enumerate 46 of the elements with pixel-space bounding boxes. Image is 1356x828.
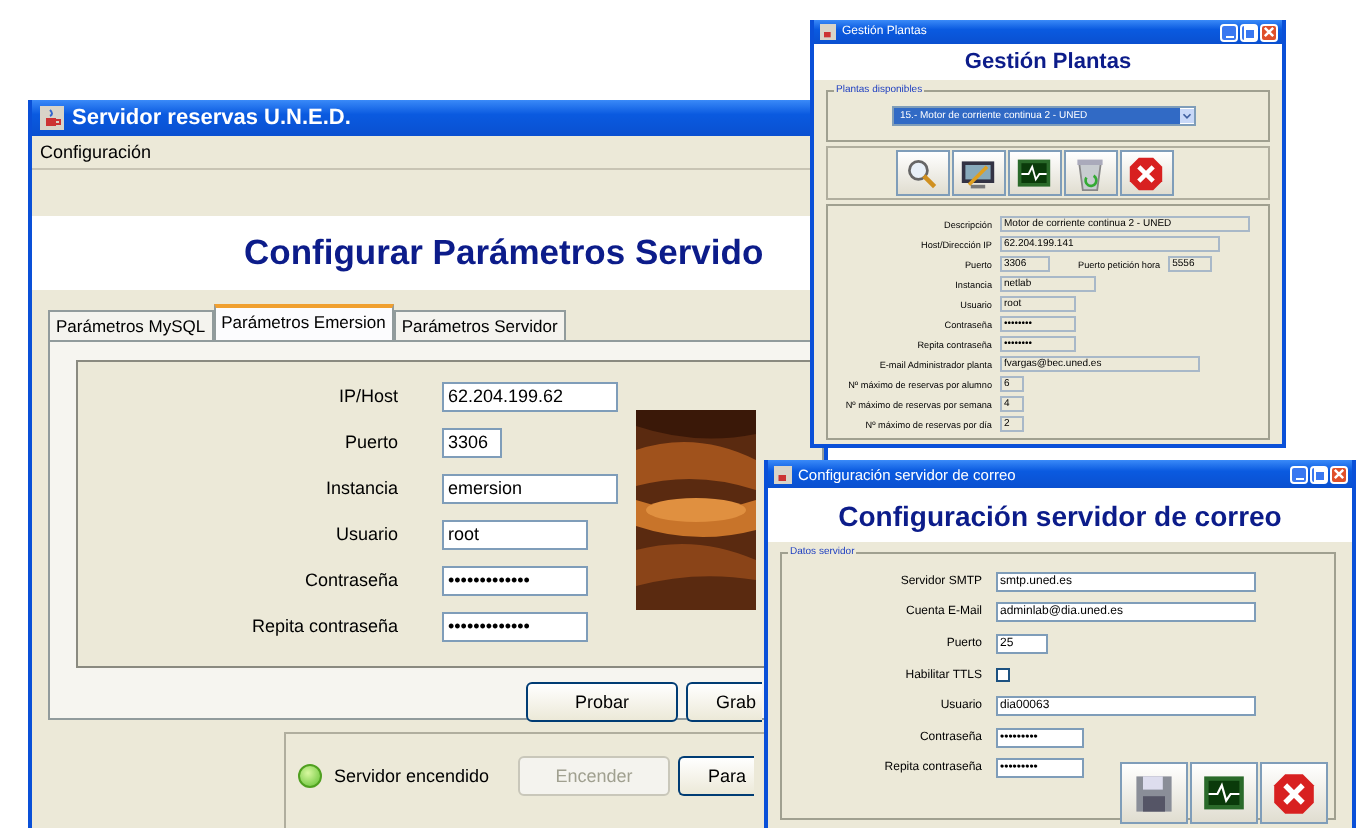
input-field[interactable]: 3306 xyxy=(442,427,502,457)
checkbox[interactable] xyxy=(996,668,1010,683)
field-label: IP/Host xyxy=(336,386,400,406)
menu-item[interactable]: Configuración xyxy=(40,142,152,162)
tools-button[interactable] xyxy=(951,150,1005,196)
tab[interactable]: Parámetros MySQL xyxy=(48,310,214,340)
save-button[interactable] xyxy=(1120,762,1188,824)
minimize-icon[interactable] xyxy=(1290,465,1308,483)
monitor-button[interactable] xyxy=(1007,150,1061,196)
button[interactable]: Para xyxy=(678,756,754,796)
maximize-icon[interactable] xyxy=(1310,465,1328,483)
minimize-icon[interactable] xyxy=(1220,23,1238,41)
tab[interactable]: Parámetros Servidor xyxy=(393,310,566,340)
monitor-tools-icon xyxy=(960,155,996,191)
field-label: Usuario xyxy=(333,524,400,544)
input-field[interactable]: ••••••••••••• xyxy=(442,565,588,595)
input-field[interactable]: 62.204.199.62 xyxy=(442,381,618,411)
heading: Gestión Plantas xyxy=(964,50,1132,74)
window-title: Servidor reservas U.N.E.D. xyxy=(72,106,351,130)
close-icon[interactable] xyxy=(1260,23,1278,41)
button[interactable]: Probar xyxy=(526,682,678,722)
input-field[interactable]: emersion xyxy=(442,473,618,503)
button[interactable]: Grab xyxy=(686,682,762,722)
monitor-pulse-icon xyxy=(1202,771,1246,815)
field-label: Contraseña xyxy=(302,570,400,590)
status-text: Servidor encendido xyxy=(334,766,492,786)
dropdown-arrow-icon[interactable] xyxy=(1180,108,1194,124)
field-label: Instancia xyxy=(323,478,400,498)
close-button[interactable] xyxy=(1260,762,1328,824)
maximize-icon[interactable] xyxy=(1240,23,1258,41)
search-button[interactable] xyxy=(895,150,949,196)
trash-icon xyxy=(1072,155,1108,191)
close-button[interactable] xyxy=(1119,150,1173,196)
magnifier-icon xyxy=(904,155,940,191)
field-label: Puerto xyxy=(342,432,400,452)
close-icon xyxy=(1128,155,1164,191)
close-icon[interactable] xyxy=(1330,465,1348,483)
input-field[interactable]: ••••••••••••• xyxy=(442,611,588,641)
field-label: Repita contraseña xyxy=(249,616,400,636)
input-field[interactable]: root xyxy=(442,519,588,549)
close-icon xyxy=(1272,771,1316,815)
monitor-pulse-icon xyxy=(1016,155,1052,191)
tab[interactable]: Parámetros Emersion xyxy=(213,304,394,340)
monitor-button[interactable] xyxy=(1190,762,1258,824)
heading: Configuración servidor de correo xyxy=(838,499,1282,531)
heading: Configurar Parámetros Servido xyxy=(244,232,764,274)
